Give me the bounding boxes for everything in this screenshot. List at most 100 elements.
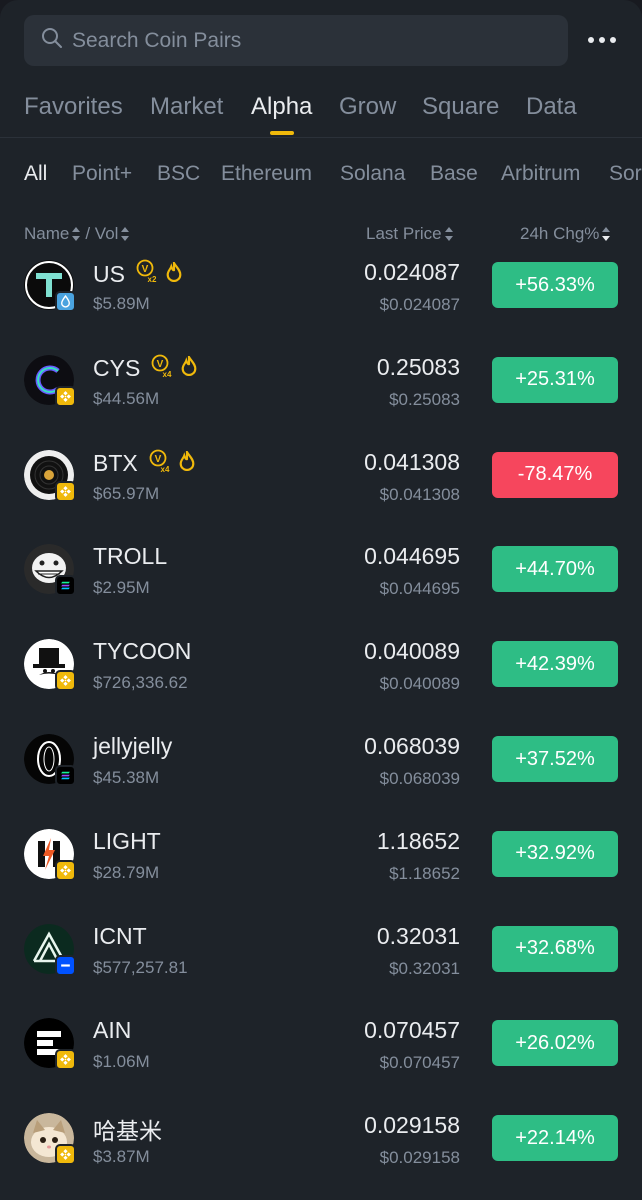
usd-price: $0.040089 — [379, 674, 460, 694]
coin-name: CYS Vx4 — [93, 353, 198, 384]
coin-volume: $726,336.62 — [93, 673, 188, 693]
market-panel: Search Coin Pairs Favorites Market Alpha… — [0, 0, 642, 1200]
coin-row[interactable]: US Vx2 $5.89M 0.024087 $0.024087 +56.33% — [0, 246, 642, 341]
coin-name: 哈基米 — [93, 1112, 162, 1146]
change-badge[interactable]: +32.92% — [492, 830, 618, 877]
svg-text:x2: x2 — [148, 275, 157, 283]
coin-volume: $3.87M — [93, 1147, 150, 1167]
coin-name: TYCOON — [93, 638, 191, 665]
coin-volume: $2.95M — [93, 578, 150, 598]
coin-volume: $1.06M — [93, 1052, 150, 1072]
multiplier-badge-icon: Vx2 — [135, 259, 159, 289]
change-badge[interactable]: +25.31% — [492, 356, 618, 403]
chain-filter-tabs: All Point+ BSC Ethereum Solana Base Arbi… — [0, 160, 642, 192]
chain-tab-all[interactable]: All — [24, 162, 47, 186]
usd-price: $0.024087 — [379, 295, 460, 314]
coin-row[interactable]: CYS Vx4 $44.56M 0.25083 $0.25083 +25.31% — [0, 341, 642, 436]
coin-symbol: AIN — [93, 1017, 132, 1044]
multiplier-badge-icon: Vx4 — [150, 354, 174, 384]
coin-row[interactable]: ICNT $577,257.81 0.32031 $0.32031 +32.68% — [0, 910, 642, 1005]
flame-icon — [178, 448, 196, 477]
change-badge[interactable]: -78.47% — [492, 451, 618, 498]
coin-row[interactable]: LIGHT $28.79M 1.18652 $1.18652 +32.92% — [0, 815, 642, 910]
change-badge[interactable]: +37.52% — [492, 736, 618, 782]
usd-price: $0.029158 — [379, 1148, 460, 1168]
coin-name: ICNT — [93, 923, 147, 950]
coin-symbol: TROLL — [93, 543, 168, 570]
usd-price: $0.32031 — [389, 958, 460, 978]
last-price: 1.18652 — [376, 827, 460, 854]
tab-grow[interactable]: Grow — [339, 93, 396, 121]
coin-name: LIGHT — [93, 828, 161, 855]
coin-symbol: BTX — [93, 450, 138, 477]
last-price: 0.041308 — [364, 448, 460, 475]
name-vol-header[interactable]: Name / Vol — [24, 224, 130, 244]
change-badge[interactable]: +26.02% — [492, 1020, 618, 1067]
chain-tab-solana[interactable]: Solana — [340, 162, 405, 186]
tag-icons: Vx4 — [148, 448, 196, 479]
coin-symbol: jellyjelly — [93, 733, 173, 759]
vol-header-label: / Vol — [85, 224, 119, 243]
svg-text:x4: x4 — [163, 370, 172, 378]
change-badge[interactable]: +42.39% — [492, 641, 618, 688]
svg-text:x4: x4 — [160, 465, 169, 473]
change-badge[interactable]: +44.70% — [492, 546, 618, 593]
tag-icons: Vx4 — [150, 353, 198, 384]
search-placeholder: Search Coin Pairs — [72, 28, 242, 52]
chain-tab-ethereum[interactable]: Ethereum — [221, 162, 312, 186]
last-price-header[interactable]: Last Price — [366, 224, 453, 244]
bsc-icon — [55, 670, 76, 692]
usd-price: $1.18652 — [389, 863, 460, 883]
chain-tab-base[interactable]: Base — [430, 162, 478, 186]
base-icon — [55, 954, 76, 976]
coin-row[interactable]: 哈基米 $3.87M 0.029158 $0.029158 +22.14% — [0, 1099, 642, 1194]
coin-symbol: LIGHT — [93, 827, 161, 854]
coin-volume: $28.79M — [93, 862, 160, 882]
solana-icon — [55, 765, 76, 786]
coin-name: BTX Vx4 — [93, 448, 196, 479]
search-icon — [40, 26, 64, 55]
tab-data[interactable]: Data — [526, 93, 577, 121]
more-options-icon[interactable] — [588, 36, 616, 44]
tab-alpha[interactable]: Alpha — [251, 93, 312, 121]
chain-tab-point-plus[interactable]: Point+ — [72, 162, 132, 186]
coin-row[interactable]: TROLL $2.95M 0.044695 $0.044695 +44.70% — [0, 530, 642, 625]
main-tabs: Favorites Market Alpha Grow Square Data — [0, 88, 642, 138]
usd-price: $0.070457 — [379, 1053, 460, 1073]
sort-icon — [121, 227, 130, 241]
coin-symbol: ICNT — [93, 922, 147, 949]
chain-tab-arbitrum[interactable]: Arbitrum — [501, 162, 580, 186]
svg-text:V: V — [142, 264, 149, 275]
tab-square[interactable]: Square — [422, 93, 499, 121]
coin-row[interactable]: BTX Vx4 $65.97M 0.041308 $0.041308 -78.47% — [0, 436, 642, 531]
chain-tab-sor[interactable]: Sor — [609, 162, 642, 186]
coin-symbol: TYCOON — [93, 638, 192, 665]
usd-price: $0.041308 — [379, 484, 460, 504]
coin-symbol: CYS — [93, 355, 141, 382]
coin-row[interactable]: TYCOON $726,336.62 0.040089 $0.040089 +42.39… — [0, 625, 642, 720]
coin-volume: $45.38M — [93, 768, 160, 787]
last-price: 0.068039 — [364, 733, 460, 759]
coin-row[interactable]: jellyjelly $45.38M 0.068039 $0.068039 +37.52… — [0, 720, 642, 815]
search-input[interactable]: Search Coin Pairs — [24, 15, 568, 66]
coin-volume: $5.89M — [93, 294, 150, 313]
bsc-icon — [55, 859, 76, 881]
coin-volume: $65.97M — [93, 483, 160, 503]
change-badge[interactable]: +32.68% — [492, 925, 618, 972]
svg-text:V: V — [157, 359, 164, 370]
sort-icon — [72, 227, 81, 241]
multiplier-badge-icon: Vx4 — [148, 449, 172, 479]
coin-row[interactable]: AIN $1.06M 0.070457 $0.070457 +26.02% — [0, 1004, 642, 1099]
change-badge[interactable]: +22.14% — [492, 1115, 618, 1162]
name-header-label: Name — [24, 224, 70, 243]
tab-favorites[interactable]: Favorites — [24, 93, 123, 121]
tag-icons: Vx2 — [135, 258, 183, 289]
tab-market[interactable]: Market — [150, 93, 223, 121]
last-price: 0.024087 — [364, 259, 460, 285]
change-badge[interactable]: +56.33% — [492, 262, 618, 308]
last-price: 0.029158 — [364, 1112, 460, 1139]
chain-tab-bsc[interactable]: BSC — [157, 162, 200, 186]
coin-symbol: 哈基米 — [93, 1118, 162, 1145]
coin-symbol: US — [93, 260, 125, 287]
change-header[interactable]: 24h Chg% — [520, 224, 611, 244]
